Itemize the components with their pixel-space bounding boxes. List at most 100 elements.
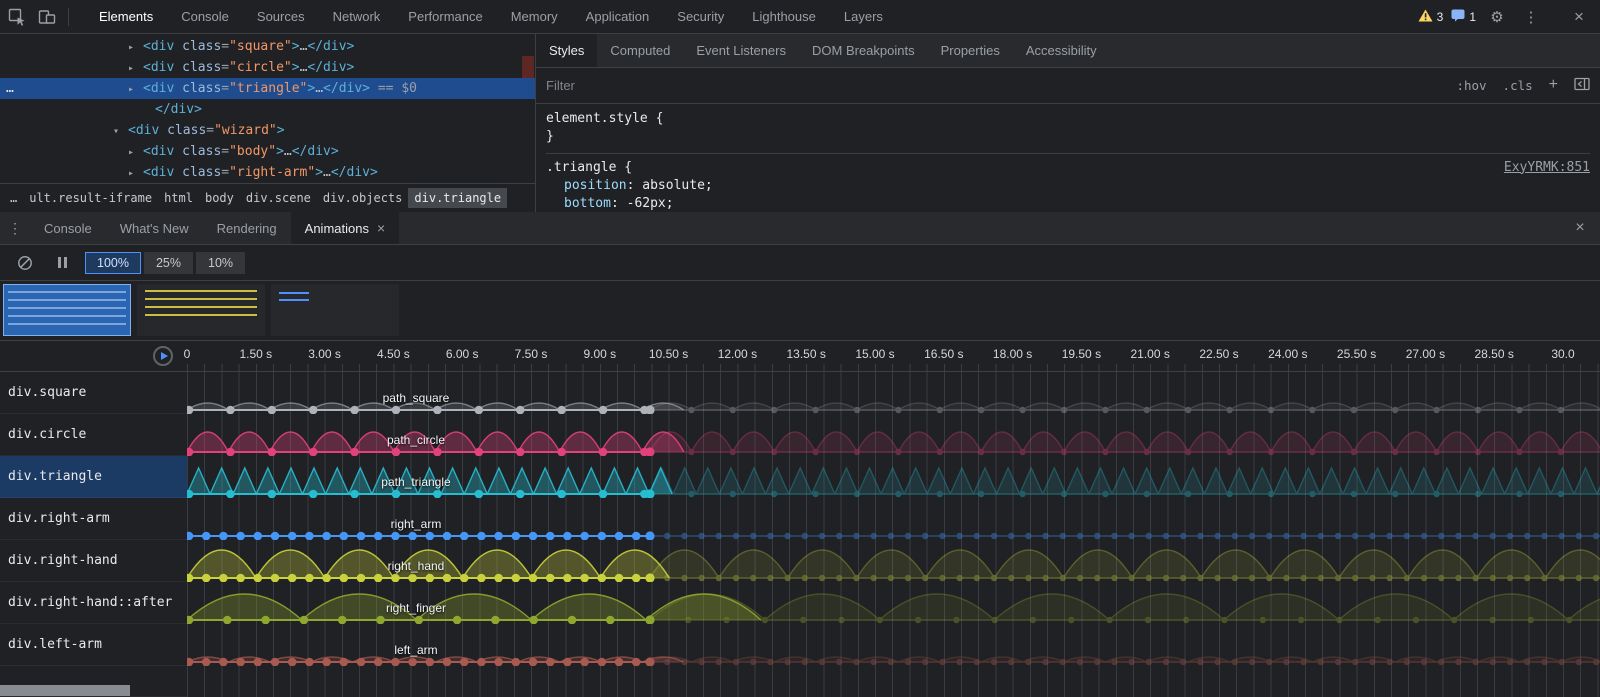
animation-row-label[interactable]: div.left-arm xyxy=(0,624,187,666)
breadcrumb: …ult.result-iframehtmlbodydiv.scenediv.o… xyxy=(0,183,535,212)
breadcrumb-item-div-scene[interactable]: div.scene xyxy=(240,188,317,208)
animation-row-label[interactable]: div.right-hand xyxy=(0,540,187,582)
breadcrumb-item-div-triangle[interactable]: div.triangle xyxy=(408,188,507,208)
css-selector[interactable]: element.style { xyxy=(546,111,663,126)
drawer-close-icon[interactable]: × xyxy=(1560,212,1600,244)
breadcrumb-item-ult-result-iframe[interactable]: ult.result-iframe xyxy=(23,188,158,208)
tab-event-listeners[interactable]: Event Listeners xyxy=(683,34,799,67)
code-segment: class xyxy=(174,60,221,75)
scrollbar-marker[interactable] xyxy=(522,56,534,78)
tab-computed[interactable]: Computed xyxy=(597,34,683,67)
animation-row-label[interactable]: div.circle xyxy=(0,414,187,456)
close-devtools-icon[interactable]: × xyxy=(1566,4,1592,30)
dom-tree-row[interactable]: </div> xyxy=(0,99,535,120)
tab-layers[interactable]: Layers xyxy=(830,0,897,33)
stylesheet-link[interactable]: ExyYRMK:851 xyxy=(1504,159,1590,177)
tab-memory[interactable]: Memory xyxy=(497,0,572,33)
animation-track[interactable]: right_arm xyxy=(187,498,1600,540)
animation-name-label: path_triangle xyxy=(381,475,450,489)
animation-track[interactable]: left_arm xyxy=(187,624,1600,666)
drawer-tab-animations[interactable]: Animations× xyxy=(291,212,400,244)
tick-label: 21.00 s xyxy=(1131,347,1170,361)
dom-tree-row[interactable]: ▸<div class="triangle">…</div> == $0… xyxy=(0,78,535,99)
css-property-line[interactable]: position: absolute; xyxy=(546,177,1590,195)
animation-preview-group-1[interactable] xyxy=(3,284,131,336)
animations-toolbar: 100%25%10% xyxy=(0,245,1600,281)
dom-tree-row[interactable]: ▸<div class="body">…</div> xyxy=(0,141,535,162)
animation-preview-group-3[interactable] xyxy=(271,284,399,336)
tab-close-icon[interactable]: × xyxy=(377,220,385,236)
issues-badge[interactable]: 1 xyxy=(1451,9,1476,25)
tick-label: 10.50 s xyxy=(649,347,688,361)
breadcrumb-item-[interactable]: … xyxy=(4,188,23,208)
tab-network[interactable]: Network xyxy=(319,0,395,33)
dom-tree-row[interactable]: ▸<div class="right-arm">…</div> xyxy=(0,162,535,183)
breadcrumb-item-html[interactable]: html xyxy=(158,188,199,208)
animation-track[interactable]: path_triangle xyxy=(187,456,1600,498)
toggle-class-button[interactable]: .cls xyxy=(1503,78,1533,93)
collapse-arrow-icon[interactable]: ▸ xyxy=(128,37,143,58)
clear-all-icon[interactable] xyxy=(12,250,38,276)
code-segment: </div> xyxy=(323,81,370,96)
tab-dom-breakpoints[interactable]: DOM Breakpoints xyxy=(799,34,928,67)
tab-accessibility[interactable]: Accessibility xyxy=(1013,34,1110,67)
settings-gear-icon[interactable]: ⚙ xyxy=(1484,4,1510,30)
animation-track[interactable]: path_circle xyxy=(187,414,1600,456)
drawer-kebab-menu-icon[interactable]: ⋮ xyxy=(0,212,30,244)
drawer-tab-label: Rendering xyxy=(217,221,277,236)
kebab-menu-icon[interactable]: ⋮ xyxy=(1518,4,1544,30)
rate-button-10[interactable]: 10% xyxy=(196,252,245,274)
css-selector[interactable]: .triangle { xyxy=(546,160,632,175)
styles-filter-input[interactable]: Filter xyxy=(546,78,1440,93)
drawer-tab-console[interactable]: Console xyxy=(30,212,106,244)
tick-label: 30.0 xyxy=(1551,347,1574,361)
warnings-badge[interactable]: 3 xyxy=(1418,9,1444,25)
animation-row-label[interactable]: div.square xyxy=(0,372,187,414)
animation-track[interactable]: right_hand xyxy=(187,540,1600,582)
animation-row-label[interactable]: div.right-hand::after xyxy=(0,582,187,624)
collapse-arrow-icon[interactable]: ▸ xyxy=(128,79,143,100)
device-toolbar-icon[interactable] xyxy=(34,4,60,30)
animation-preview-group-2[interactable] xyxy=(137,284,265,336)
tab-performance[interactable]: Performance xyxy=(394,0,496,33)
animation-track[interactable]: right_finger xyxy=(187,582,1600,624)
drawer-tab-what-s-new[interactable]: What's New xyxy=(106,212,203,244)
drawer-tab-label: Console xyxy=(44,221,92,236)
new-style-rule-button[interactable]: + xyxy=(1549,76,1558,94)
drawer-tab-rendering[interactable]: Rendering xyxy=(203,212,291,244)
animation-row-label[interactable]: div.right-arm xyxy=(0,498,187,540)
collapse-arrow-icon[interactable]: ▸ xyxy=(128,142,143,163)
horizontal-scrollbar-thumb[interactable] xyxy=(0,685,130,696)
replay-button[interactable] xyxy=(153,346,173,366)
tab-sources[interactable]: Sources xyxy=(243,0,319,33)
rate-button-25[interactable]: 25% xyxy=(144,252,193,274)
gutter-ellipsis[interactable]: … xyxy=(6,78,15,99)
tab-security[interactable]: Security xyxy=(663,0,738,33)
issues-icon xyxy=(1451,9,1465,25)
tab-lighthouse[interactable]: Lighthouse xyxy=(738,0,830,33)
tab-application[interactable]: Application xyxy=(572,0,664,33)
breadcrumb-item-div-objects[interactable]: div.objects xyxy=(317,188,408,208)
dom-tree-row[interactable]: ▸<div class="circle">…</div> xyxy=(0,57,535,78)
collapse-arrow-icon[interactable]: ▸ xyxy=(128,163,143,183)
tab-properties[interactable]: Properties xyxy=(928,34,1013,67)
tab-styles[interactable]: Styles xyxy=(536,34,597,67)
tick-label: 15.00 s xyxy=(855,347,894,361)
animation-track[interactable]: path_square xyxy=(187,372,1600,414)
dom-tree-row[interactable]: ▾<div class="wizard"> xyxy=(0,120,535,141)
tab-elements[interactable]: Elements xyxy=(85,0,167,33)
pause-all-icon[interactable] xyxy=(58,257,67,268)
expand-arrow-icon[interactable]: ▾ xyxy=(113,121,128,142)
dock-sidebar-icon[interactable] xyxy=(1574,77,1590,94)
breadcrumb-item-body[interactable]: body xyxy=(199,188,240,208)
css-property-line[interactable]: bottom: -62px; xyxy=(546,195,1590,212)
css-rules: element.style {}ExyYRMK:851.triangle {po… xyxy=(536,104,1600,212)
inspect-element-icon[interactable] xyxy=(4,4,30,30)
toggle-hover-button[interactable]: :hov xyxy=(1456,78,1486,93)
dom-tree-row[interactable]: ▸<div class="square">…</div> xyxy=(0,36,535,57)
rate-button-100[interactable]: 100% xyxy=(85,252,141,274)
animation-row-label[interactable]: div.triangle xyxy=(0,456,187,498)
collapse-arrow-icon[interactable]: ▸ xyxy=(128,58,143,79)
timeline-ruler[interactable]: 01.50 s3.00 s4.50 s6.00 s7.50 s9.00 s10.… xyxy=(0,341,1600,372)
tab-console[interactable]: Console xyxy=(167,0,243,33)
